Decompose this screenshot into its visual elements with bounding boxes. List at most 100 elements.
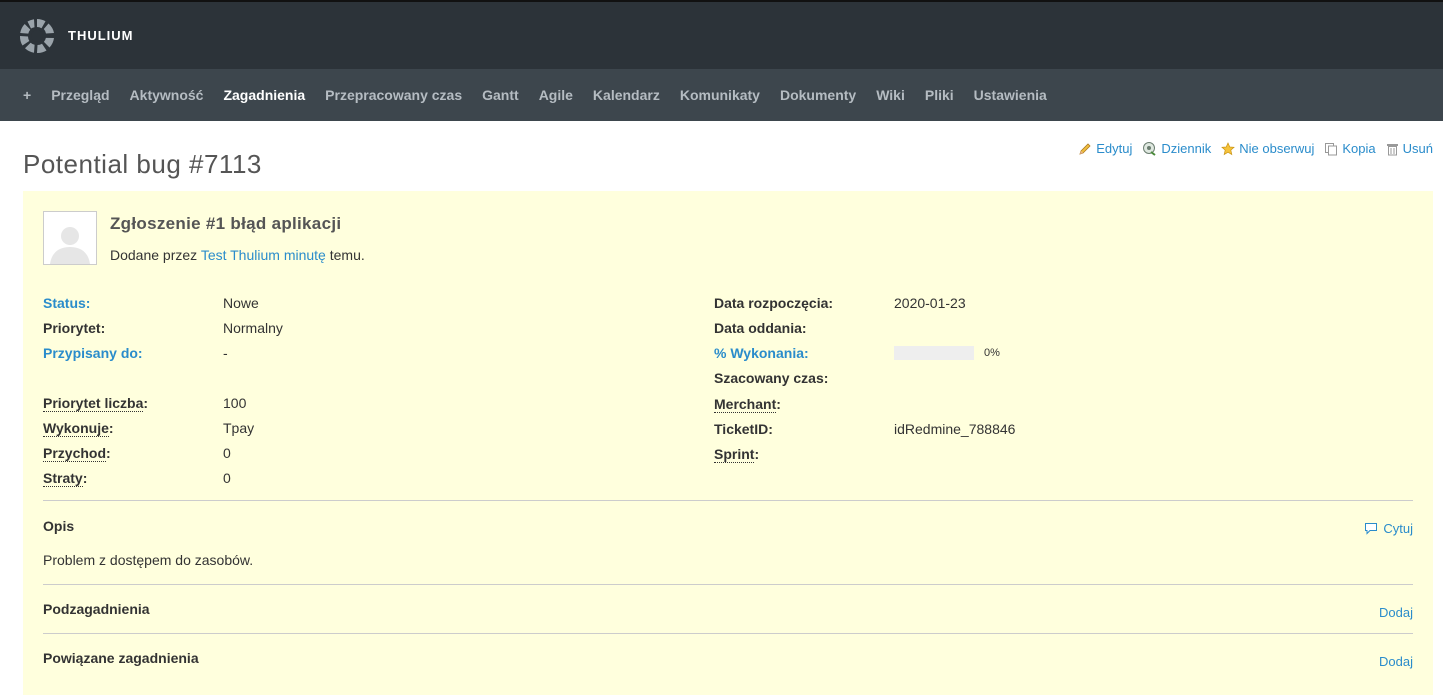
done-ratio-progress: 0% <box>894 345 1000 360</box>
attr-status-value: Nowe <box>223 294 259 311</box>
issue-header: Zgłoszenie #1 błąd aplikacji Dodane prze… <box>43 211 1413 265</box>
trash-icon <box>1386 143 1398 155</box>
attr-income-label: Przychod: <box>43 444 223 462</box>
attr-priority-number-label-text: Priorytet liczba <box>43 394 144 412</box>
issue-author-line: Dodane przez Test Thulium minutę temu. <box>110 247 365 263</box>
issue-subject-block: Zgłoszenie #1 błąd aplikacji Dodane prze… <box>110 211 365 265</box>
menu-news[interactable]: Komunikaty <box>680 87 760 103</box>
edit-button[interactable]: Edytuj <box>1078 141 1132 156</box>
content: Edytuj Dziennik Nie obserwuj Kopia Usuń … <box>0 121 1443 695</box>
menu-time-entries[interactable]: Przepracowany czas <box>325 87 462 103</box>
issue-details: Zgłoszenie #1 błąd aplikacji Dodane prze… <box>23 191 1433 695</box>
related-issues-title: Powiązane zagadnienia <box>43 650 199 666</box>
menu-calendar[interactable]: Kalendarz <box>593 87 660 103</box>
attr-estimated-time: Szacowany czas: <box>714 365 1385 391</box>
add-subtask-link[interactable]: Dodaj <box>1379 605 1413 620</box>
divider <box>43 584 1413 585</box>
menu-files[interactable]: Pliki <box>925 87 954 103</box>
top-bar: THULIUM <box>0 0 1443 69</box>
menu-settings[interactable]: Ustawienia <box>974 87 1047 103</box>
attr-losses: Straty: 0 <box>43 465 714 490</box>
progress-percent: 0% <box>984 346 1000 359</box>
divider <box>43 633 1413 634</box>
menu-wiki[interactable]: Wiki <box>876 87 905 103</box>
copy-icon <box>1325 142 1338 155</box>
menu-issues[interactable]: Zagadnienia <box>223 87 305 103</box>
page-title: Potential bug #7113 <box>23 149 262 179</box>
copy-button[interactable]: Kopia <box>1324 141 1376 156</box>
attr-losses-value: 0 <box>223 469 231 486</box>
attr-performer-label: Wykonuje: <box>43 419 223 437</box>
star-icon <box>1221 141 1236 155</box>
journal-icon <box>1143 142 1156 156</box>
attr-priority-label: Priorytet: <box>43 319 106 336</box>
unwatch-button[interactable]: Nie obserwuj <box>1221 141 1314 156</box>
author-prefix: Dodane przez <box>110 247 201 263</box>
add-relation-link[interactable]: Dodaj <box>1379 654 1413 669</box>
attr-income-colon: : <box>106 444 111 461</box>
attr-income: Przychod: 0 <box>43 440 714 465</box>
pencil-icon <box>1079 142 1091 155</box>
attr-sprint-label: Sprint: <box>714 445 894 463</box>
issue-attributes: Status: Nowe Priorytet: Normalny Przypis… <box>43 290 1413 490</box>
thulium-logo-icon[interactable] <box>18 17 56 55</box>
menu-overview[interactable]: Przegląd <box>51 87 109 103</box>
attr-due-date: Data oddania: <box>714 315 1385 340</box>
attr-priority-number-colon: : <box>143 394 149 411</box>
journal-label: Dziennik <box>1161 141 1212 156</box>
description-section: Opis Cytuj <box>43 518 1413 536</box>
brand-name: THULIUM <box>68 28 134 43</box>
main-menu: + Przegląd Aktywność Zagadnienia Przepra… <box>0 69 1443 121</box>
attr-done-ratio: % Wykonania: 0% <box>714 340 1385 365</box>
journal-button[interactable]: Dziennik <box>1142 141 1211 156</box>
issue-actions: Edytuj Dziennik Nie obserwuj Kopia Usuń <box>1068 141 1433 156</box>
attr-sprint: Sprint: <box>714 441 1385 466</box>
attr-income-label-text: Przychod <box>43 444 107 462</box>
attr-sprint-label-text: Sprint <box>714 445 755 463</box>
attr-priority-number-label: Priorytet liczba: <box>43 394 223 412</box>
attr-assignee-value: - <box>223 344 228 361</box>
avatar <box>43 211 97 265</box>
author-link[interactable]: Test Thulium <box>201 247 280 263</box>
attr-performer-colon: : <box>108 419 114 436</box>
unwatch-label: Nie obserwuj <box>1239 141 1315 156</box>
related-issues-section: Powiązane zagadnienia Dodaj <box>43 650 1413 669</box>
quote-button[interactable]: Cytuj <box>1364 521 1413 536</box>
attr-ticket-id-value: idRedmine_788846 <box>894 420 1016 437</box>
attr-ticket-id: TicketID: idRedmine_788846 <box>714 416 1385 441</box>
attr-performer: Wykonuje: Tpay <box>43 415 714 440</box>
speech-bubble-icon <box>1365 523 1378 535</box>
delete-button[interactable]: Usuń <box>1386 141 1433 156</box>
attr-merchant-label: Merchant: <box>714 395 894 413</box>
attr-start-date-label: Data rozpoczęcia: <box>714 294 834 311</box>
attr-spacer <box>43 365 714 390</box>
attr-estimated-time-label: Szacowany czas: <box>714 370 829 386</box>
description-text: Problem z dostępem do zasobów. <box>43 552 254 568</box>
menu-activity[interactable]: Aktywność <box>130 87 204 103</box>
menu-new-plus[interactable]: + <box>23 87 31 103</box>
attr-done-ratio-label[interactable]: % Wykonania: <box>714 345 894 361</box>
menu-documents[interactable]: Dokumenty <box>780 87 856 103</box>
menu-gantt[interactable]: Gantt <box>482 87 519 103</box>
attr-start-date-value: 2020-01-23 <box>894 294 966 311</box>
quote-label: Cytuj <box>1383 521 1413 536</box>
menu-agile[interactable]: Agile <box>539 87 573 103</box>
time-link[interactable]: minutę <box>284 247 326 263</box>
attr-sprint-colon: : <box>754 445 760 462</box>
divider <box>43 500 1413 501</box>
attributes-right: Data rozpoczęcia: 2020-01-23 Data oddani… <box>714 290 1385 490</box>
attr-assignee-label[interactable]: Przypisany do: <box>43 345 223 361</box>
attr-performer-value: Tpay <box>223 419 255 436</box>
description-title: Opis <box>43 518 75 534</box>
copy-label: Kopia <box>1342 141 1376 156</box>
delete-label: Usuń <box>1402 141 1433 156</box>
attr-merchant-colon: : <box>776 395 781 412</box>
attr-merchant-label-text: Merchant <box>714 395 777 413</box>
attr-income-value: 0 <box>223 444 231 461</box>
author-suffix: temu. <box>325 247 365 263</box>
attr-priority: Priorytet: Normalny <box>43 315 714 340</box>
attributes-left: Status: Nowe Priorytet: Normalny Przypis… <box>43 290 714 490</box>
attr-losses-label-text: Straty <box>43 469 83 487</box>
subtasks-title: Podzagadnienia <box>43 601 150 617</box>
attr-status-label[interactable]: Status: <box>43 295 223 311</box>
